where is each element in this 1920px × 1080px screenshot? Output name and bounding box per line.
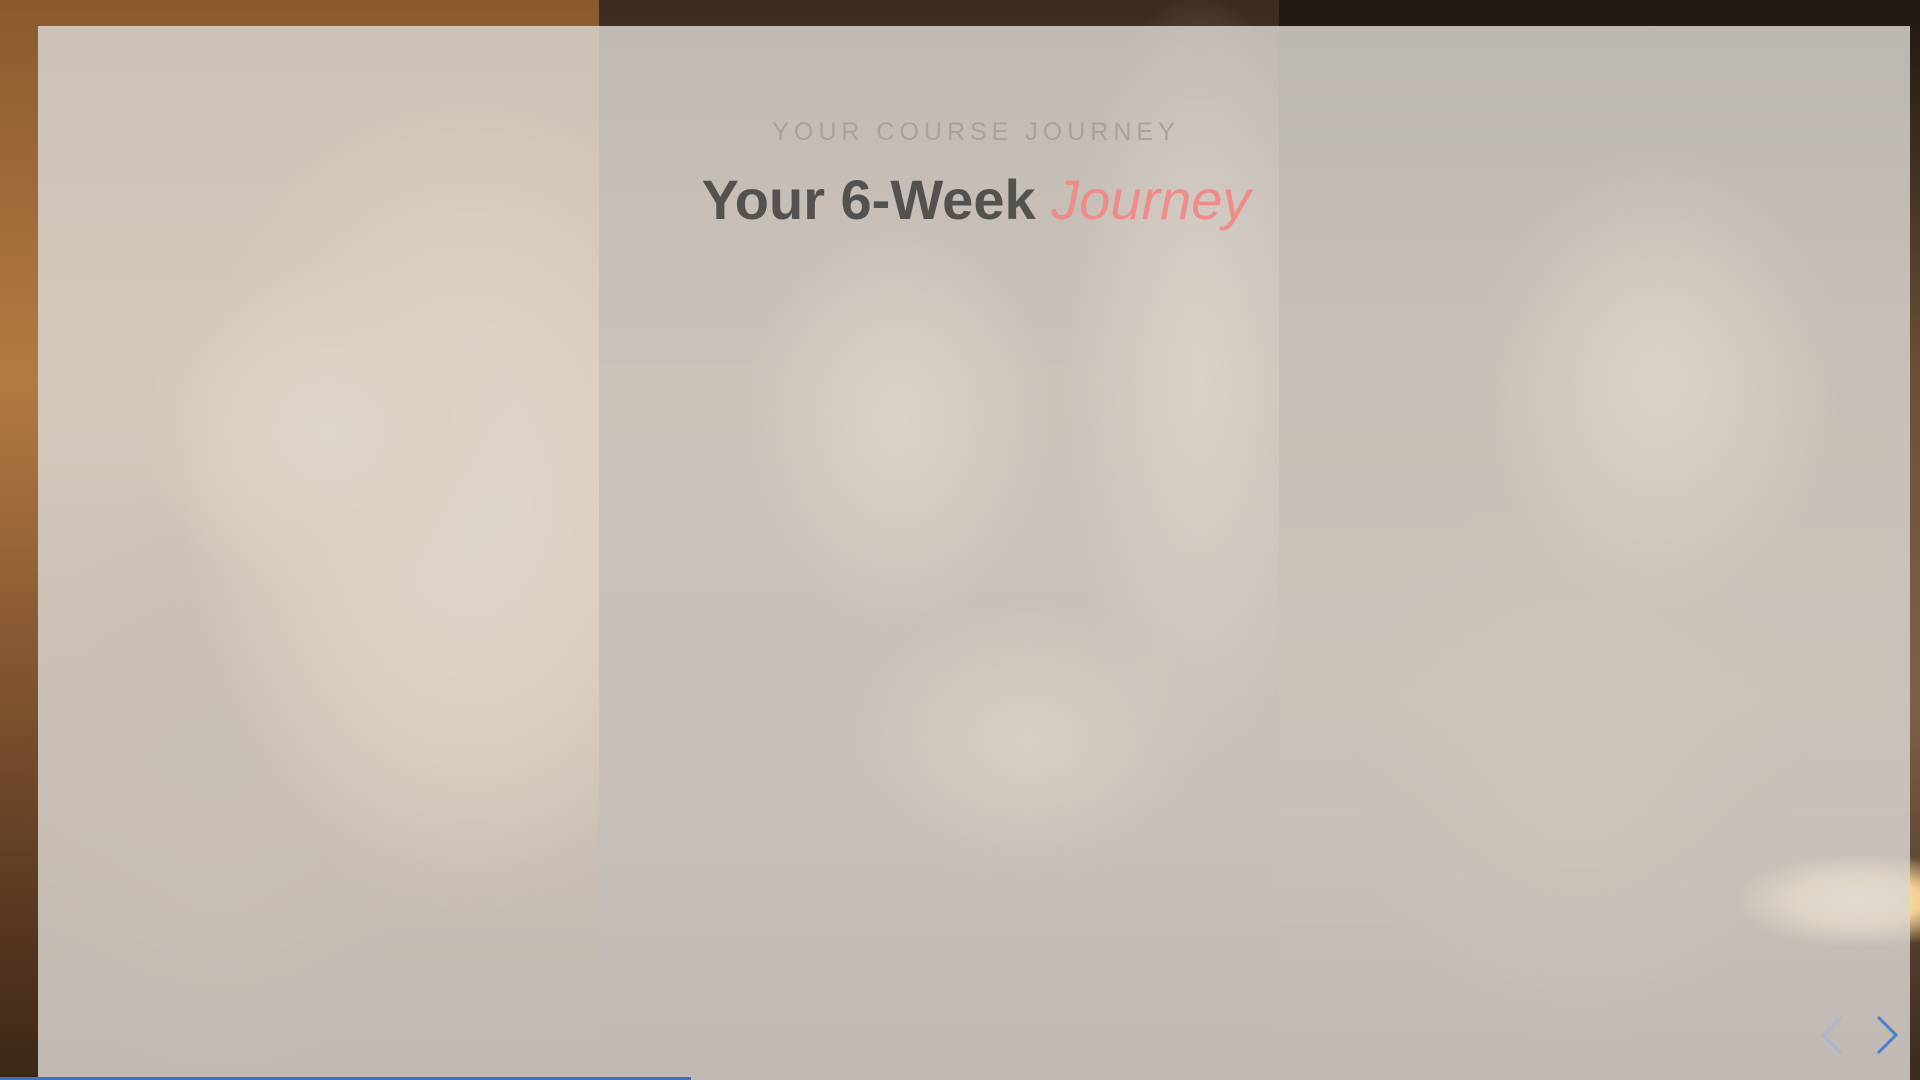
section-header: YOUR COURSE JOURNEY Your 6-Week Journey: [0, 118, 1920, 231]
title-accent: Journey: [1051, 168, 1251, 231]
title-main: Your 6-Week: [701, 168, 1052, 231]
section-eyebrow: YOUR COURSE JOURNEY: [772, 118, 1180, 146]
course-journey-slide: YOUR COURSE JOURNEY Your 6-Week Journey: [0, 0, 1920, 1080]
carousel-prev-button[interactable]: [1810, 1010, 1854, 1060]
section-title: Your 6-Week Journey: [0, 169, 1920, 231]
chevron-left-icon: [1820, 1015, 1843, 1055]
chevron-right-icon: [1876, 1015, 1899, 1055]
carousel-next-button[interactable]: [1865, 1010, 1909, 1060]
